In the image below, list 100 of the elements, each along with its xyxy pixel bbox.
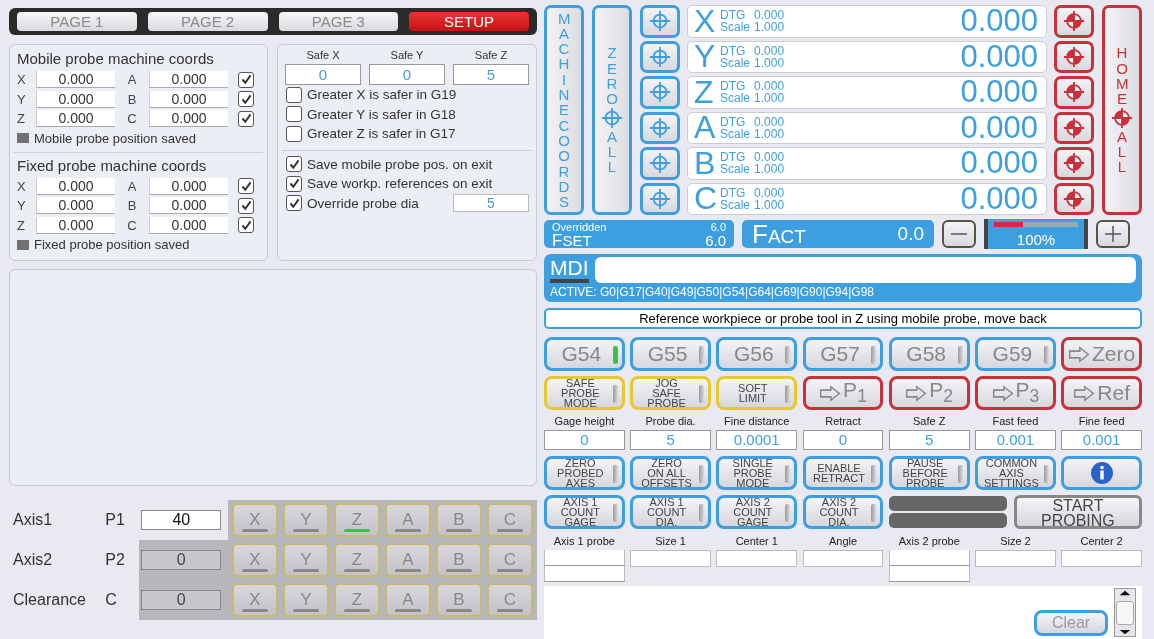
checkbox[interactable]	[238, 178, 254, 195]
axis-button[interactable]: Y	[283, 543, 329, 577]
home-axis-button[interactable]	[1054, 147, 1094, 180]
axis-button[interactable]: A	[385, 503, 431, 537]
coord-field[interactable]: 0.000	[36, 216, 115, 234]
option-button[interactable]: ZERO PROBED AXES	[544, 456, 625, 490]
coord-field[interactable]: 0.000	[149, 90, 228, 108]
tab[interactable]: PAGE 1	[17, 12, 137, 31]
checkbox[interactable]	[286, 125, 302, 142]
axis-button[interactable]: B	[436, 543, 482, 577]
axis-button[interactable]: B	[436, 583, 482, 617]
param-field[interactable]: 0	[544, 430, 625, 450]
zero-axis-button[interactable]	[640, 147, 680, 180]
clear-button[interactable]: Clear	[1034, 610, 1108, 636]
axis-button[interactable]: Z	[334, 543, 380, 577]
axis-button[interactable]: A	[385, 583, 431, 617]
coord-field[interactable]: 0.000	[36, 110, 115, 128]
checkbox[interactable]	[238, 71, 254, 88]
coord-field[interactable]: 0.000	[149, 216, 228, 234]
checkbox[interactable]	[286, 195, 302, 212]
work-offset-button[interactable]: G59	[975, 337, 1056, 371]
zero-axis-button[interactable]	[640, 5, 680, 38]
count-option-button[interactable]: AXIS 1 COUNT GAGE	[544, 495, 625, 529]
work-offset-button[interactable]: G54	[544, 337, 625, 371]
coord-field[interactable]: 0.000	[36, 197, 115, 215]
axis-button[interactable]: C	[487, 583, 533, 617]
axis-button[interactable]: A	[385, 543, 431, 577]
param-field[interactable]: 0.001	[1061, 430, 1142, 450]
increase-button[interactable]	[1096, 220, 1130, 248]
axis-button[interactable]: B	[436, 503, 482, 537]
mdi-input[interactable]	[594, 257, 1136, 283]
tab[interactable]: PAGE 3	[278, 12, 399, 31]
tab[interactable]: PAGE 2	[147, 12, 268, 31]
info-button[interactable]	[1061, 456, 1142, 490]
safe-field[interactable]: 0	[285, 64, 361, 85]
axis-button[interactable]: C	[487, 503, 533, 537]
checkbox[interactable]	[286, 86, 302, 103]
zero-all-button[interactable]: ZERO ALL	[592, 5, 632, 215]
zero-axis-button[interactable]	[640, 182, 680, 215]
tab[interactable]: SETUP	[409, 12, 529, 31]
axis-button[interactable]: C	[487, 543, 533, 577]
goto-button[interactable]: P$_{3}$	[975, 376, 1056, 410]
zero-axis-button[interactable]	[640, 40, 680, 73]
coord-field[interactable]: 0.000	[149, 177, 228, 195]
home-axis-button[interactable]	[1054, 40, 1094, 73]
zero-axis-button[interactable]	[640, 76, 680, 109]
count-option-button[interactable]: AXIS 1 COUNT DIA.	[630, 495, 711, 529]
probe-dia-field[interactable]: 5	[453, 194, 529, 213]
axis-button[interactable]: Z	[334, 503, 380, 537]
home-all-button[interactable]: HOME ALL	[1102, 5, 1142, 215]
home-axis-button[interactable]	[1054, 5, 1094, 38]
checkbox[interactable]	[286, 175, 302, 192]
option-button[interactable]: ZERO ON ALL OFFSETS	[630, 456, 711, 490]
zero-axis-button[interactable]	[640, 111, 680, 144]
checkbox[interactable]	[286, 156, 302, 173]
probe-mode-button[interactable]: JOG SAFE PROBE	[630, 376, 711, 410]
coord-field[interactable]: 0.000	[36, 90, 115, 108]
axis-button[interactable]: X	[232, 543, 278, 577]
goto-button[interactable]: Ref	[1061, 376, 1142, 410]
param-field[interactable]: 0.0001	[716, 430, 798, 450]
probe-mode-button[interactable]: SAFE PROBE MODE	[544, 376, 625, 410]
axis-button[interactable]: X	[232, 503, 278, 537]
work-offset-button[interactable]: G55	[630, 337, 711, 371]
option-button[interactable]: ENABLE RETRACT	[802, 456, 884, 490]
count-option-button[interactable]: AXIS 2 COUNT GAGE	[716, 495, 798, 529]
work-offset-button[interactable]: G57	[802, 337, 884, 371]
safe-field[interactable]: 0	[369, 64, 445, 85]
param-field[interactable]: 0	[141, 550, 222, 570]
option-button[interactable]: SINGLE PROBE MODE	[716, 456, 798, 490]
checkbox[interactable]	[238, 91, 254, 108]
coord-field[interactable]: 0.000	[149, 71, 228, 89]
param-field[interactable]: 0.001	[975, 430, 1056, 450]
probe-mode-button[interactable]: SOFT LIMIT	[716, 376, 798, 410]
goto-button[interactable]: P$_{1}$	[802, 376, 884, 410]
axis-button[interactable]: Z	[334, 583, 380, 617]
param-field[interactable]: 0	[802, 430, 884, 450]
coord-field[interactable]: 0.000	[149, 197, 228, 215]
coord-field[interactable]: 0.000	[36, 71, 115, 89]
axis-button[interactable]: Y	[283, 583, 329, 617]
goto-button[interactable]: P$_{2}$	[888, 376, 970, 410]
home-axis-button[interactable]	[1054, 76, 1094, 109]
checkbox[interactable]	[286, 106, 302, 123]
scroll-bar[interactable]	[1114, 588, 1136, 637]
param-field[interactable]: 0	[141, 590, 222, 610]
option-button[interactable]: COMMON AXIS SETTINGS	[975, 456, 1056, 490]
coord-field[interactable]: 0.000	[149, 110, 228, 128]
safe-field[interactable]: 5	[453, 64, 529, 85]
start-probing-button[interactable]: START PROBING	[1013, 495, 1142, 529]
home-axis-button[interactable]	[1054, 111, 1094, 144]
param-field[interactable]: 40	[141, 510, 222, 530]
count-option-button[interactable]: AXIS 2 COUNT DIA.	[802, 495, 884, 529]
axis-button[interactable]: X	[232, 583, 278, 617]
home-axis-button[interactable]	[1054, 182, 1094, 215]
axis-button[interactable]: Y	[283, 503, 329, 537]
checkbox[interactable]	[238, 110, 254, 127]
checkbox[interactable]	[238, 217, 254, 234]
param-field[interactable]: 5	[888, 430, 970, 450]
param-field[interactable]: 5	[630, 430, 711, 450]
machine-coords-button[interactable]: MACHINE COORDS	[544, 5, 584, 215]
coord-field[interactable]: 0.000	[36, 177, 115, 195]
